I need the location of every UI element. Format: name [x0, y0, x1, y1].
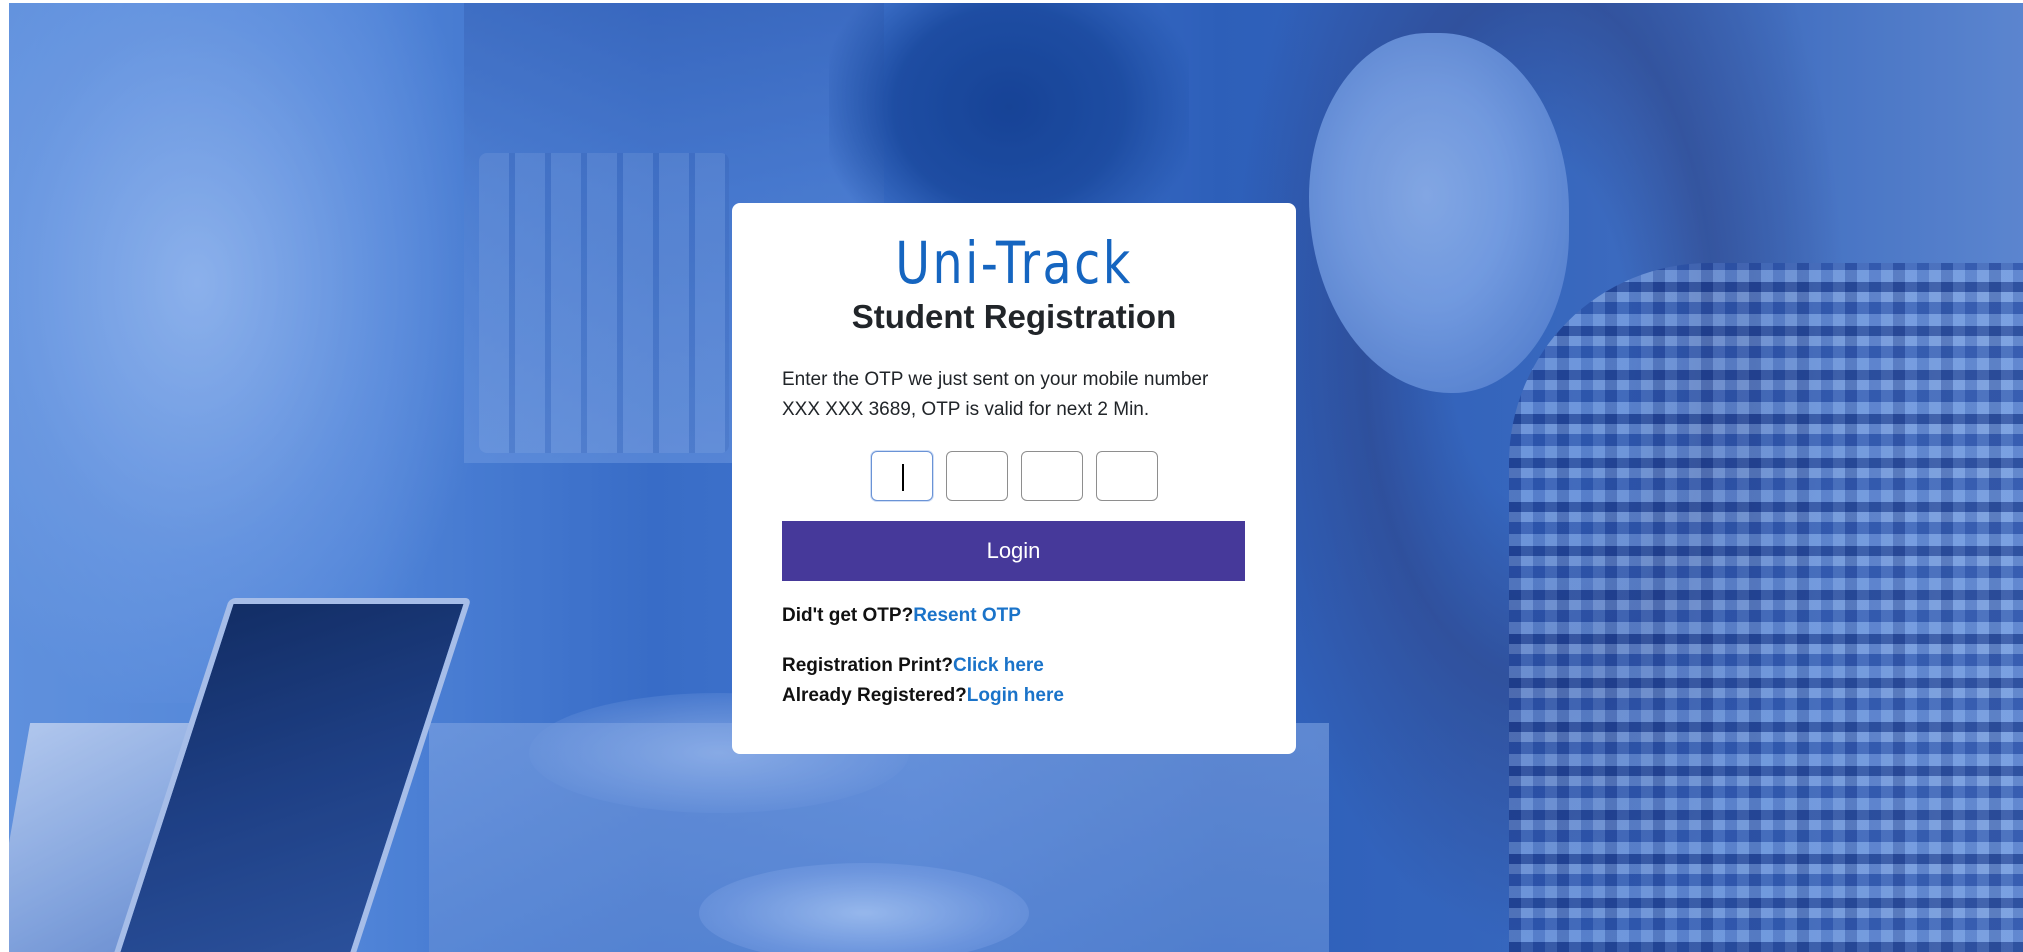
otp-digit-4[interactable]: [1095, 451, 1158, 501]
resend-otp-row: Did't get OTP?Resent OTP: [782, 601, 1246, 631]
login-button[interactable]: Login: [782, 521, 1245, 581]
already-registered-row: Already Registered?Login here: [782, 681, 1246, 711]
otp-digit-2[interactable]: [945, 451, 1008, 501]
login-here-link[interactable]: Login here: [967, 685, 1064, 706]
resend-otp-prompt: Did't get OTP?: [782, 605, 914, 626]
registration-print-link[interactable]: Click here: [953, 655, 1044, 676]
registration-print-prompt: Registration Print?: [782, 655, 954, 676]
text-cursor: [901, 464, 904, 491]
background-photo: Uni-Track Student Registration Enter the…: [9, 3, 2023, 952]
otp-instructions-line-1: Enter the OTP we just sent on your mobil…: [782, 369, 1209, 390]
already-registered-prompt: Already Registered?: [782, 685, 967, 706]
brand-logo: Uni-Track: [895, 229, 1133, 297]
otp-instructions-line-2: XXX XXX 3689, OTP is valid for next 2 Mi…: [782, 399, 1150, 420]
resend-otp-link[interactable]: Resent OTP: [913, 605, 1021, 626]
otp-digit-3[interactable]: [1020, 451, 1083, 501]
page-title: Student Registration: [851, 298, 1177, 335]
otp-instructions: Enter the OTP we just sent on your mobil…: [782, 365, 1246, 425]
registration-card: Uni-Track Student Registration Enter the…: [732, 203, 1296, 754]
otp-digit-1[interactable]: [870, 451, 933, 501]
registration-print-row: Registration Print?Click here: [782, 651, 1246, 681]
otp-input-group: [782, 451, 1246, 501]
